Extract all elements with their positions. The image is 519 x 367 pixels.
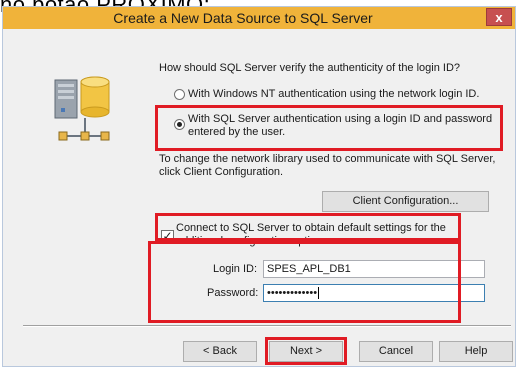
windows-nt-auth-radio[interactable] bbox=[174, 89, 185, 100]
data-source-dialog: Create a New Data Source to SQL Server x… bbox=[2, 6, 516, 367]
cancel-button[interactable]: Cancel bbox=[359, 341, 433, 362]
library-note-line1: To change the network library used to co… bbox=[159, 153, 496, 165]
back-button[interactable]: < Back bbox=[183, 341, 257, 362]
help-button[interactable]: Help bbox=[439, 341, 513, 362]
server-database-icon bbox=[54, 76, 110, 141]
window-title: Create a New Data Source to SQL Server bbox=[113, 10, 373, 26]
library-note-line2: click Client Configuration. bbox=[159, 166, 284, 178]
windows-nt-auth-label: With Windows NT authentication using the… bbox=[188, 88, 480, 100]
sql-auth-highlight bbox=[155, 105, 503, 151]
title-bar[interactable]: Create a New Data Source to SQL Server x bbox=[3, 7, 515, 29]
login-credentials-highlight bbox=[148, 241, 461, 323]
question-label: How should SQL Server verify the authent… bbox=[159, 62, 461, 74]
close-icon: x bbox=[495, 10, 503, 25]
client-configuration-button[interactable]: Client Configuration... bbox=[322, 191, 489, 212]
next-button-highlight bbox=[265, 337, 347, 365]
button-separator bbox=[23, 325, 511, 327]
close-button[interactable]: x bbox=[486, 8, 512, 26]
connect-highlight bbox=[155, 213, 461, 241]
